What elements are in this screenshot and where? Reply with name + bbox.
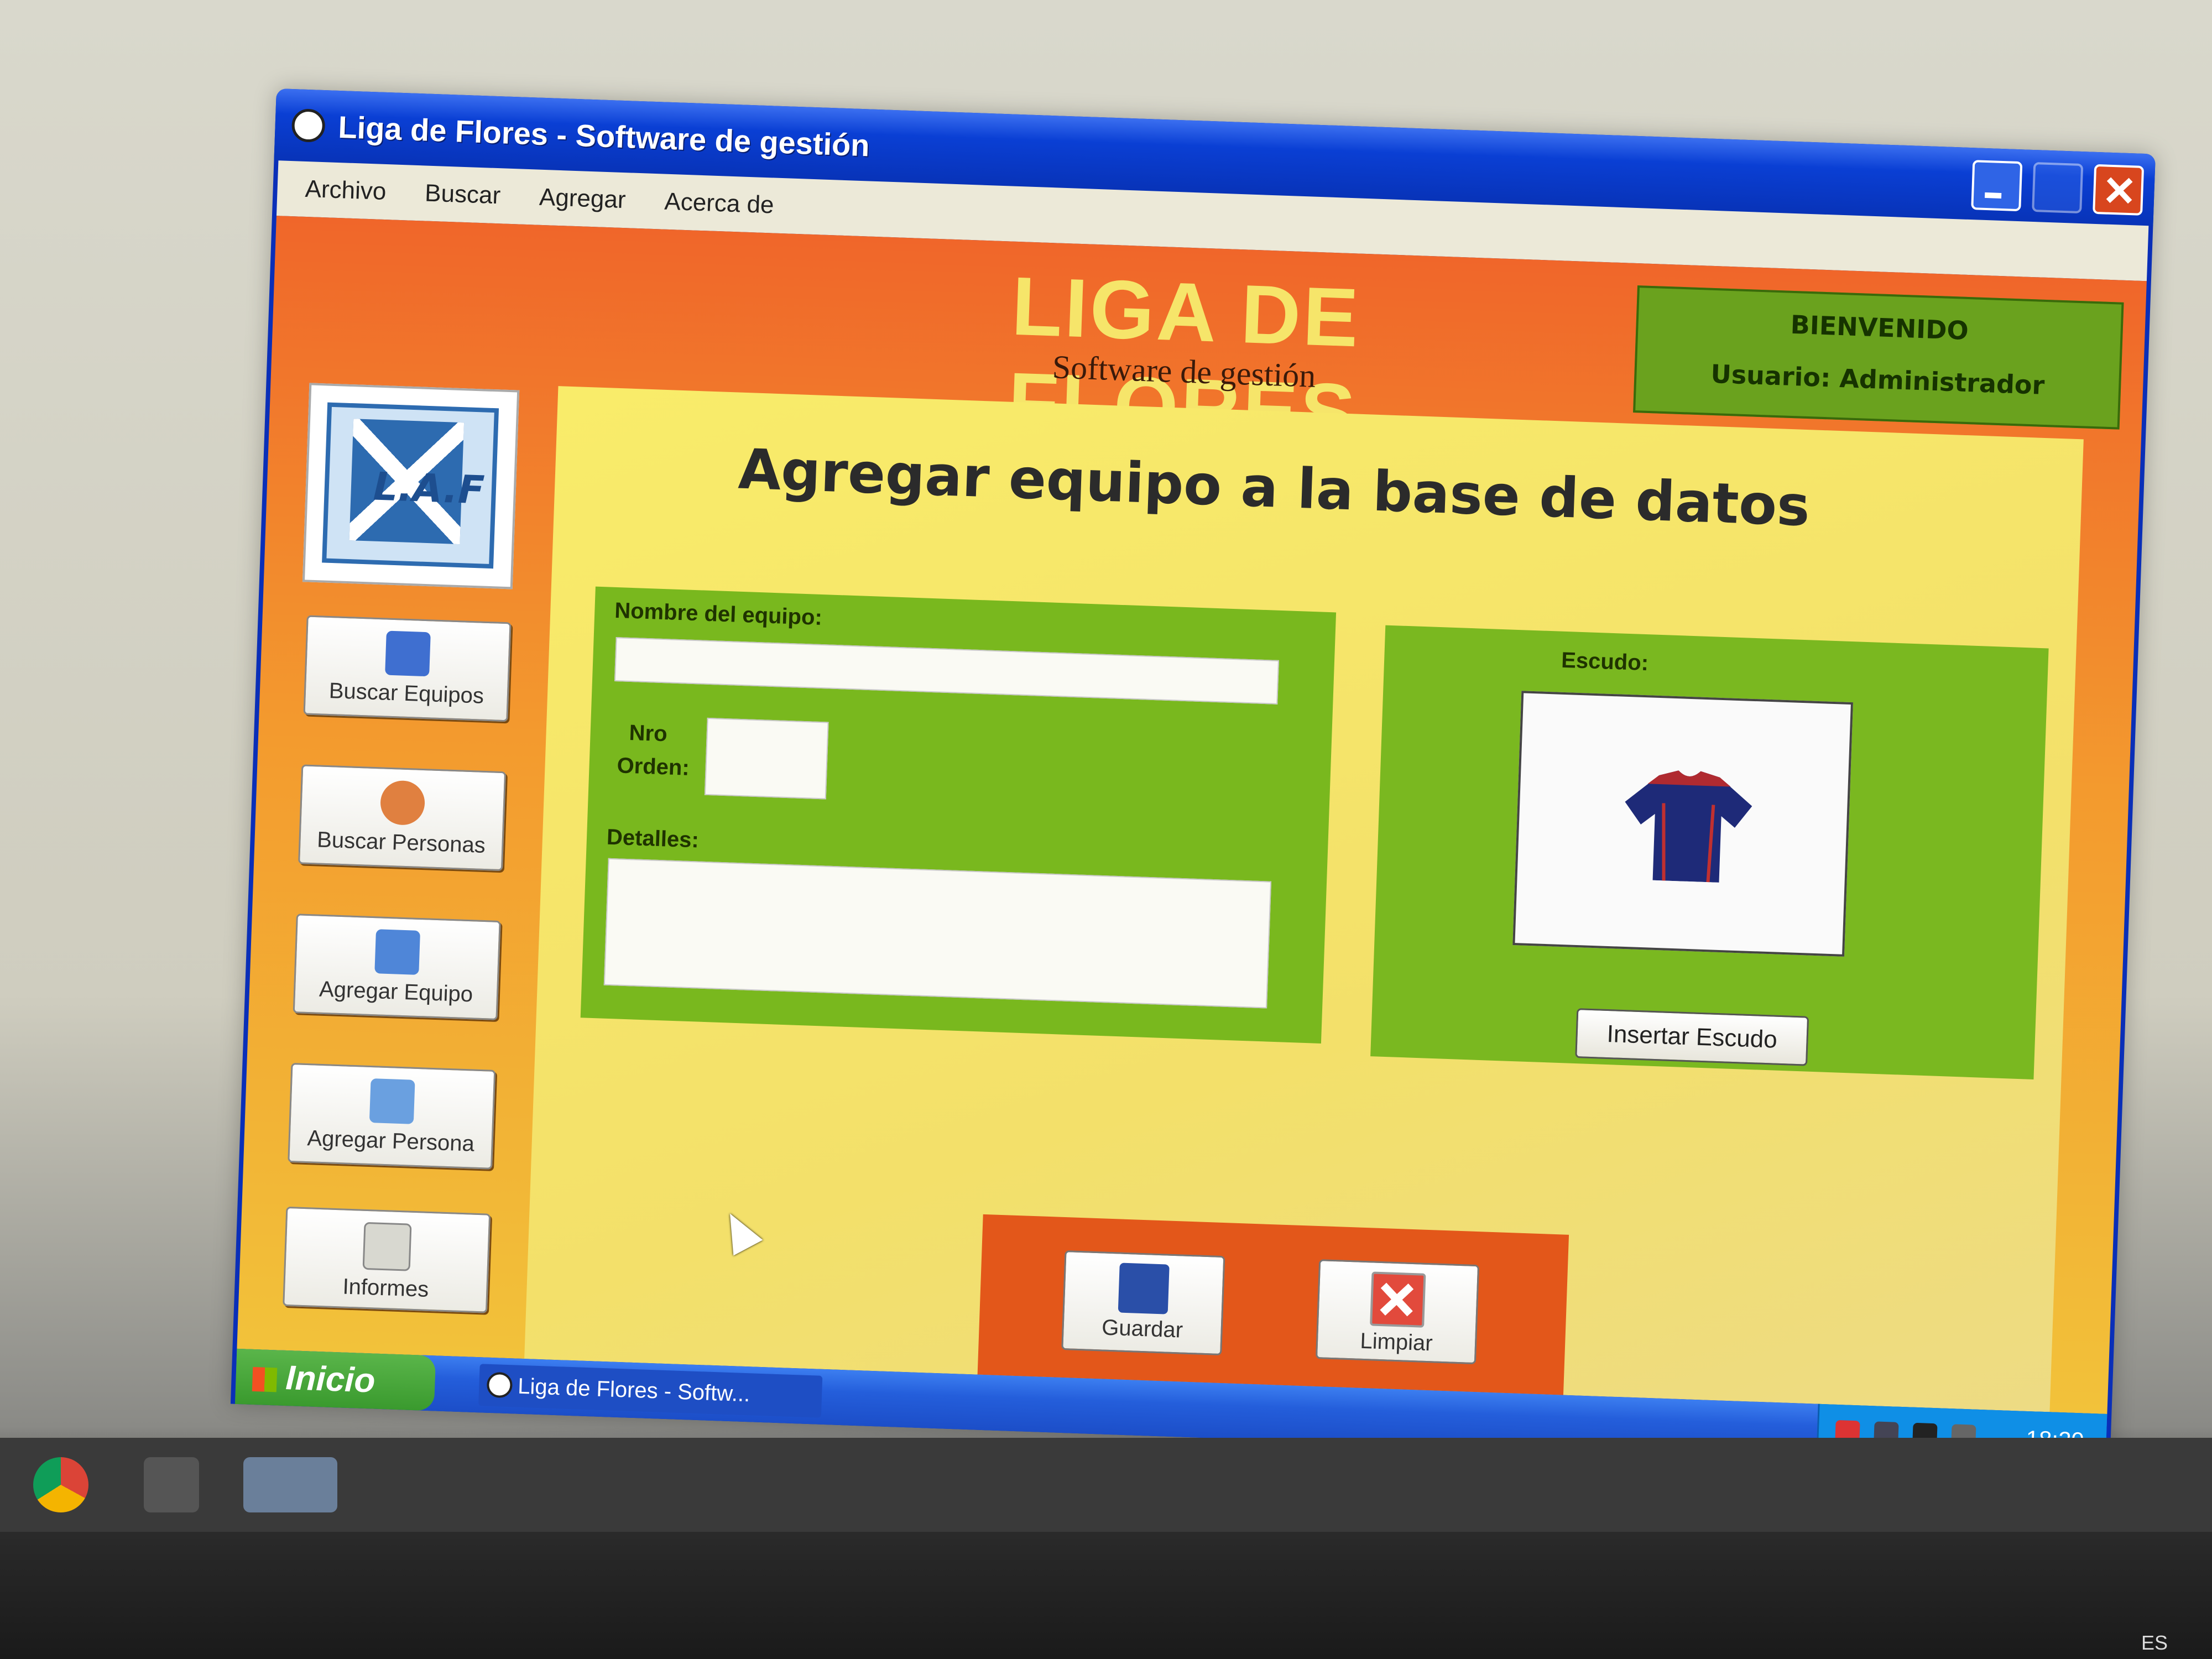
team-name-label: Nombre del equipo: bbox=[614, 598, 823, 630]
search-person-icon bbox=[379, 780, 426, 826]
search-team-icon bbox=[385, 630, 431, 677]
close-button[interactable] bbox=[2093, 164, 2145, 216]
logo-text: L.A.F bbox=[372, 463, 486, 513]
report-icon bbox=[362, 1222, 412, 1271]
insertar-escudo-button[interactable]: Insertar Escudo bbox=[1575, 1008, 1809, 1066]
menu-acerca-de[interactable]: Acerca de bbox=[664, 188, 775, 220]
limpiar-button[interactable]: Limpiar bbox=[1315, 1259, 1480, 1365]
clear-x-icon bbox=[1370, 1271, 1426, 1328]
windows-logo-icon bbox=[252, 1366, 278, 1392]
button-label: Buscar Equipos bbox=[328, 678, 484, 708]
taskbar-app-label: Liga de Flores - Softw... bbox=[517, 1374, 751, 1407]
order-label-line1: Nro bbox=[628, 720, 668, 747]
app-icon bbox=[291, 108, 326, 143]
page-title: Agregar equipo a la base de datos bbox=[737, 436, 1811, 539]
order-label-line2: Orden: bbox=[616, 753, 690, 780]
escudo-label: Escudo: bbox=[1561, 648, 1649, 676]
informes-button[interactable]: Informes bbox=[283, 1206, 491, 1313]
host-taskbar bbox=[0, 1438, 2212, 1532]
chrome-icon[interactable] bbox=[33, 1457, 88, 1512]
welcome-box: BIENVENIDO Usuario: Administrador bbox=[1633, 285, 2124, 430]
shirt-icon bbox=[1625, 770, 1752, 883]
team-name-input[interactable] bbox=[614, 637, 1280, 705]
xp-vm-icon[interactable] bbox=[243, 1457, 337, 1512]
escudo-panel: Escudo: Insertar Escudo bbox=[1370, 625, 2049, 1079]
add-team-icon bbox=[374, 929, 421, 975]
team-form: Nombre del equipo: Nro Orden: Detalles: bbox=[580, 586, 1337, 1044]
maximize-button[interactable] bbox=[2032, 161, 2084, 214]
button-label: Informes bbox=[342, 1274, 429, 1302]
details-textarea[interactable] bbox=[603, 858, 1272, 1009]
main-panel: Agregar equipo a la base de datos Nombre… bbox=[524, 386, 2084, 1412]
order-input[interactable] bbox=[704, 717, 829, 800]
app-icon bbox=[486, 1371, 513, 1399]
welcome-text: BIENVENIDO bbox=[1790, 309, 1969, 346]
start-label: Inicio bbox=[285, 1359, 376, 1400]
menu-buscar[interactable]: Buscar bbox=[424, 179, 501, 210]
screen: Liga de Flores - Software de gestión Arc… bbox=[0, 0, 2212, 1659]
client-area: LIGA DE FLORES Software de gestión BIENV… bbox=[237, 216, 2147, 1414]
button-label: Guardar bbox=[1101, 1315, 1183, 1343]
buscar-equipos-button[interactable]: Buscar Equipos bbox=[303, 615, 512, 722]
minimize-button[interactable] bbox=[1971, 160, 2023, 212]
app-window: Liga de Flores - Software de gestión Arc… bbox=[230, 88, 2156, 1470]
window-title: Liga de Flores - Software de gestión bbox=[337, 109, 870, 163]
details-label: Detalles: bbox=[606, 825, 700, 853]
start-button[interactable]: Inicio bbox=[234, 1348, 436, 1411]
league-logo: L.A.F bbox=[302, 383, 520, 589]
taskbar-app-item[interactable]: Liga de Flores - Softw... bbox=[478, 1364, 823, 1418]
add-person-icon bbox=[369, 1078, 415, 1124]
logo-shield-icon: L.A.F bbox=[322, 402, 499, 569]
language-indicator[interactable]: ES bbox=[2141, 1631, 2168, 1655]
button-label: Limpiar bbox=[1359, 1328, 1433, 1356]
menu-agregar[interactable]: Agregar bbox=[539, 184, 626, 214]
guardar-button[interactable]: Guardar bbox=[1061, 1250, 1225, 1356]
button-label: Agregar Equipo bbox=[319, 977, 473, 1007]
agregar-equipo-button[interactable]: Agregar Equipo bbox=[293, 914, 501, 1020]
buscar-personas-button[interactable]: Buscar Personas bbox=[298, 764, 507, 872]
user-label: Usuario: Administrador bbox=[1710, 358, 2046, 400]
floppy-disk-icon bbox=[1118, 1262, 1170, 1314]
button-label: Agregar Persona bbox=[306, 1126, 475, 1156]
agregar-persona-button[interactable]: Agregar Persona bbox=[288, 1062, 496, 1170]
action-bar: Guardar Limpiar bbox=[977, 1214, 1569, 1401]
escudo-image bbox=[1512, 691, 1853, 957]
menu-archivo[interactable]: Archivo bbox=[305, 175, 387, 206]
virtualbox-icon[interactable] bbox=[144, 1457, 199, 1512]
button-label: Buscar Personas bbox=[316, 827, 486, 858]
